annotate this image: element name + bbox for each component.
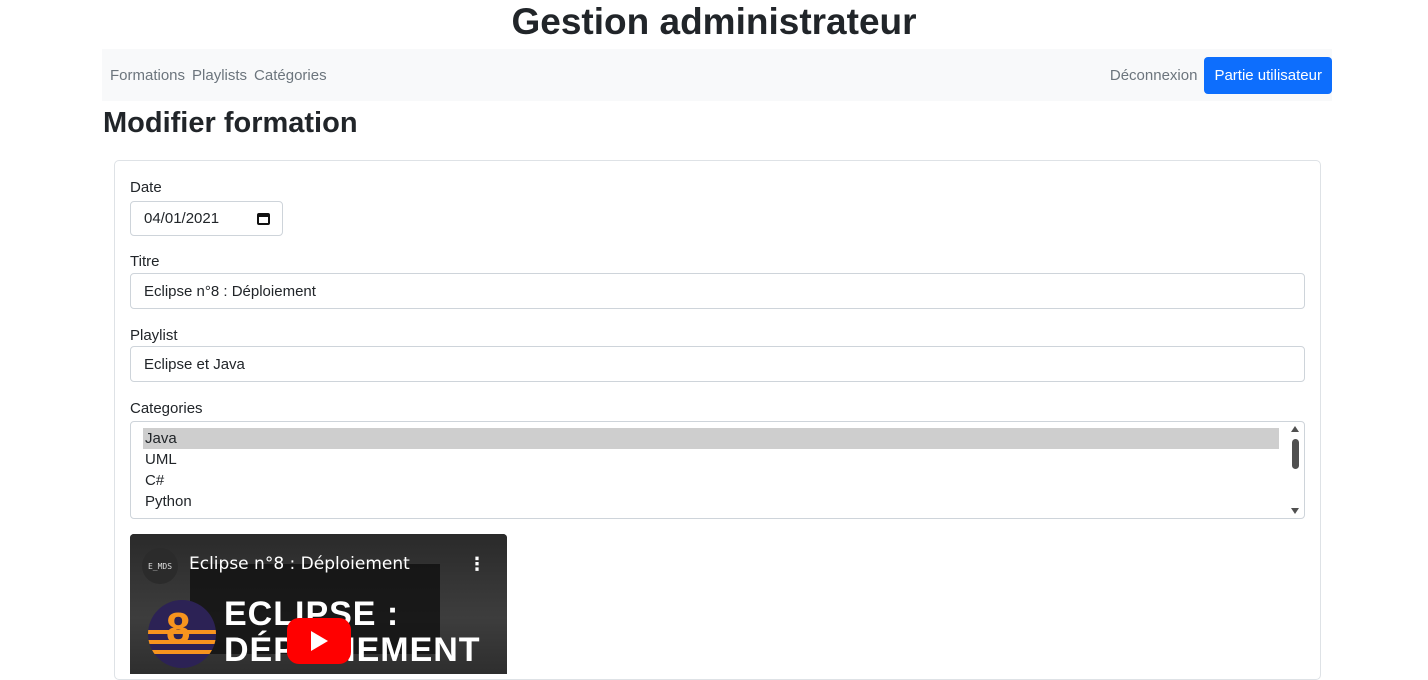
scroll-down-arrow-icon[interactable]	[1291, 508, 1299, 514]
category-option-python[interactable]: Python	[143, 491, 1279, 512]
channel-avatar[interactable]: E_MDS	[142, 548, 178, 584]
category-option-java[interactable]: Java	[143, 428, 1279, 449]
page-title: Gestion administrateur	[511, 1, 917, 42]
logout-link[interactable]: Déconnexion	[1110, 67, 1198, 84]
nav-links: Formations Playlists Catégories	[110, 67, 334, 84]
scroll-up-arrow-icon[interactable]	[1291, 426, 1299, 432]
playlist-label: Playlist	[130, 327, 178, 344]
date-input[interactable]: 04/01/2021	[130, 201, 283, 236]
category-option-csharp[interactable]: C#	[143, 470, 1279, 491]
video-title[interactable]: Eclipse n°8 : Déploiement	[189, 554, 410, 574]
video-player[interactable]: E_MDS Eclipse n°8 : Déploiement ⋮ 8 ECLI…	[130, 534, 507, 674]
categories-scrollbar[interactable]	[1288, 422, 1304, 518]
categories-label: Categories	[130, 400, 203, 417]
thumbnail-text: ECLIPSE : DÉPLOIEMENT	[224, 595, 481, 669]
more-options-icon[interactable]: ⋮	[468, 554, 486, 575]
title-value: Eclipse n°8 : Déploiement	[144, 282, 316, 300]
edit-form-card: Date 04/01/2021 Titre Eclipse n°8 : Dépl…	[114, 160, 1321, 680]
eclipse-logo-icon: 8	[148, 600, 216, 668]
nav-link-formations[interactable]: Formations	[110, 67, 192, 84]
category-option-uml[interactable]: UML	[143, 449, 1279, 470]
title-input[interactable]: Eclipse n°8 : Déploiement	[130, 273, 1305, 309]
playlist-value: Eclipse et Java	[144, 355, 245, 373]
user-area-button[interactable]: Partie utilisateur	[1204, 56, 1332, 94]
nav-actions: Déconnexion Partie utilisateur	[1110, 56, 1332, 94]
play-icon	[311, 631, 328, 651]
nav-link-playlists[interactable]: Playlists	[192, 67, 254, 84]
date-label: Date	[130, 179, 162, 196]
categories-options: Java UML C# Python	[143, 428, 1279, 512]
navbar: Formations Playlists Catégories Déconnex…	[102, 49, 1332, 101]
section-title: Modifier formation	[103, 107, 358, 139]
calendar-icon[interactable]	[257, 212, 270, 225]
thumbnail-number: 8	[166, 604, 191, 653]
title-label: Titre	[130, 253, 160, 270]
playlist-input[interactable]: Eclipse et Java	[130, 346, 1305, 382]
date-value: 04/01/2021	[144, 210, 220, 227]
scroll-thumb[interactable]	[1292, 439, 1299, 469]
nav-link-categories[interactable]: Catégories	[254, 67, 334, 84]
categories-select[interactable]: Java UML C# Python	[130, 421, 1305, 519]
play-button[interactable]	[287, 618, 351, 664]
